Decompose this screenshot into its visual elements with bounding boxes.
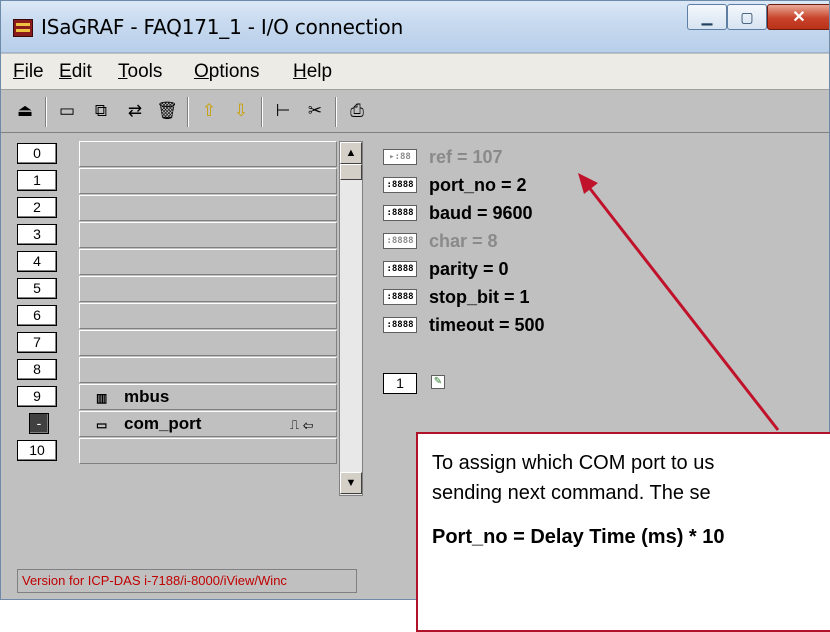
minimize-button[interactable]: ▁	[687, 4, 727, 30]
toolbar-separator	[187, 97, 189, 127]
list-item[interactable]: 0	[17, 141, 337, 167]
slot-cell[interactable]	[79, 141, 337, 167]
slot-cell[interactable]	[79, 438, 337, 464]
list-item[interactable]: 5	[17, 276, 337, 302]
slot-index: 7	[17, 332, 57, 353]
list-scrollbar[interactable]: ▲ ▼	[339, 141, 363, 496]
param-timeout[interactable]: :8888 timeout = 500	[383, 313, 545, 337]
edit-icon[interactable]: ✎	[431, 375, 445, 389]
slot-cell[interactable]: ▭ com_port ⎍ ⇦	[79, 411, 337, 437]
list-item[interactable]: 6	[17, 303, 337, 329]
integer-param-icon: :8888	[383, 233, 417, 249]
cut-icon[interactable]: ✂	[303, 99, 327, 123]
scroll-down-icon[interactable]: ▼	[340, 472, 362, 494]
param-port-no[interactable]: :8888 port_no = 2	[383, 173, 527, 197]
list-item[interactable]: 8	[17, 357, 337, 383]
integer-param-icon: :8888	[383, 205, 417, 221]
minimize-icon: ▁	[701, 8, 713, 25]
menu-edit[interactable]: Edit	[59, 61, 92, 83]
slot-index: 5	[17, 278, 57, 299]
move-up-icon[interactable]: ⇧	[197, 99, 221, 123]
title-bar: ISaGRAF - FAQ171_1 - I/O connection ▁ ▢ …	[1, 1, 829, 53]
slot-cell[interactable]	[79, 276, 337, 302]
annotation-text-line1: To assign which COM port to us	[432, 452, 715, 474]
slot-index: 10	[17, 440, 57, 461]
io-slot-list: 0 1 2 3 4 5 6 7 8 9 ▥ mbus - ▭ com_port …	[17, 141, 357, 495]
slot-index: 6	[17, 305, 57, 326]
param-parity[interactable]: :8888 parity = 0	[383, 257, 509, 281]
slot-index: 8	[17, 359, 57, 380]
close-button[interactable]: ✕	[767, 4, 829, 30]
print-icon[interactable]: ⎙	[345, 99, 369, 123]
list-item[interactable]: 7	[17, 330, 337, 356]
slot-index: 0	[17, 143, 57, 164]
param-stop-bit[interactable]: :8888 stop_bit = 1	[383, 285, 530, 309]
param-baud[interactable]: :8888 baud = 9600	[383, 201, 533, 225]
toolbar: ⏏ ▭ ⧉ ⇄ 🗑 ⇧ ⇩ ⊢ ✂ ⎙	[1, 91, 829, 133]
menu-file[interactable]: File	[13, 61, 44, 83]
integer-param-icon: :8888	[383, 177, 417, 193]
scroll-up-icon[interactable]: ▲	[340, 142, 362, 164]
integer-param-icon: :8888	[383, 289, 417, 305]
close-icon: ✕	[792, 9, 806, 26]
annotation-formula: Port_no = Delay Time (ms) * 10	[432, 526, 725, 548]
slot-cell[interactable]	[79, 168, 337, 194]
param-char[interactable]: :8888 char = 8	[383, 229, 498, 253]
board-copy-icon[interactable]: ⧉	[89, 99, 113, 123]
window-title: ISaGRAF - FAQ171_1 - I/O connection	[41, 15, 404, 39]
slot-index: 9	[17, 386, 57, 407]
list-item[interactable]: - ▭ com_port ⎍ ⇦	[17, 411, 337, 437]
menu-file-rest: ile	[24, 61, 44, 82]
slot-cell[interactable]	[79, 195, 337, 221]
delete-icon[interactable]: 🗑	[155, 99, 179, 123]
integer-param-icon: :8888	[383, 261, 417, 277]
board-connect-icon[interactable]: ⇄	[123, 99, 147, 123]
menu-help[interactable]: Help	[293, 61, 332, 83]
list-item[interactable]: 3	[17, 222, 337, 248]
toolbar-separator	[335, 97, 337, 127]
menu-bar: File Edit Tools Options Help	[1, 54, 829, 90]
slot-cell[interactable]	[79, 330, 337, 356]
app-icon	[13, 19, 33, 37]
list-item[interactable]: 2	[17, 195, 337, 221]
slot-index: 4	[17, 251, 57, 272]
board-icon: ▥	[96, 391, 108, 405]
board-icon[interactable]: ▭	[55, 99, 79, 123]
tree-icon[interactable]: ⊢	[271, 99, 295, 123]
toolbar-separator	[261, 97, 263, 127]
status-bar: Version for ICP-DAS i-7188/i-8000/iView/…	[17, 569, 357, 593]
menu-tools[interactable]: Tools	[118, 61, 162, 83]
open-icon[interactable]: ⏏	[13, 99, 37, 123]
list-item[interactable]: 10	[17, 438, 337, 464]
signal-icon: ⎍ ⇦	[290, 417, 314, 432]
slot-cell[interactable]	[79, 357, 337, 383]
annotation-callout: To assign which COM port to us sending n…	[416, 432, 830, 632]
slot-index: -	[29, 413, 49, 434]
list-item[interactable]: 9 ▥ mbus	[17, 384, 337, 410]
slot-index: 2	[17, 197, 57, 218]
integer-param-icon: ▸:88	[383, 149, 417, 165]
slot-cell[interactable]: ▥ mbus	[79, 384, 337, 410]
slot-cell[interactable]	[79, 303, 337, 329]
equipment-icon: ▭	[96, 418, 108, 432]
list-item[interactable]: 1	[17, 168, 337, 194]
param-ref[interactable]: ▸:88 ref = 107	[383, 145, 503, 169]
maximize-icon: ▢	[740, 8, 754, 25]
slot-cell[interactable]	[79, 222, 337, 248]
menu-options[interactable]: Options	[194, 61, 259, 83]
slot-index: 3	[17, 224, 57, 245]
channel-count[interactable]: 1	[383, 373, 417, 394]
integer-param-icon: :8888	[383, 317, 417, 333]
toolbar-separator	[45, 97, 47, 127]
annotation-text-line2: sending next command. The se	[432, 482, 711, 504]
scroll-thumb[interactable]	[340, 164, 362, 180]
list-item[interactable]: 4	[17, 249, 337, 275]
maximize-button[interactable]: ▢	[727, 4, 767, 30]
slot-cell[interactable]	[79, 249, 337, 275]
move-down-icon[interactable]: ⇩	[229, 99, 253, 123]
slot-index: 1	[17, 170, 57, 191]
